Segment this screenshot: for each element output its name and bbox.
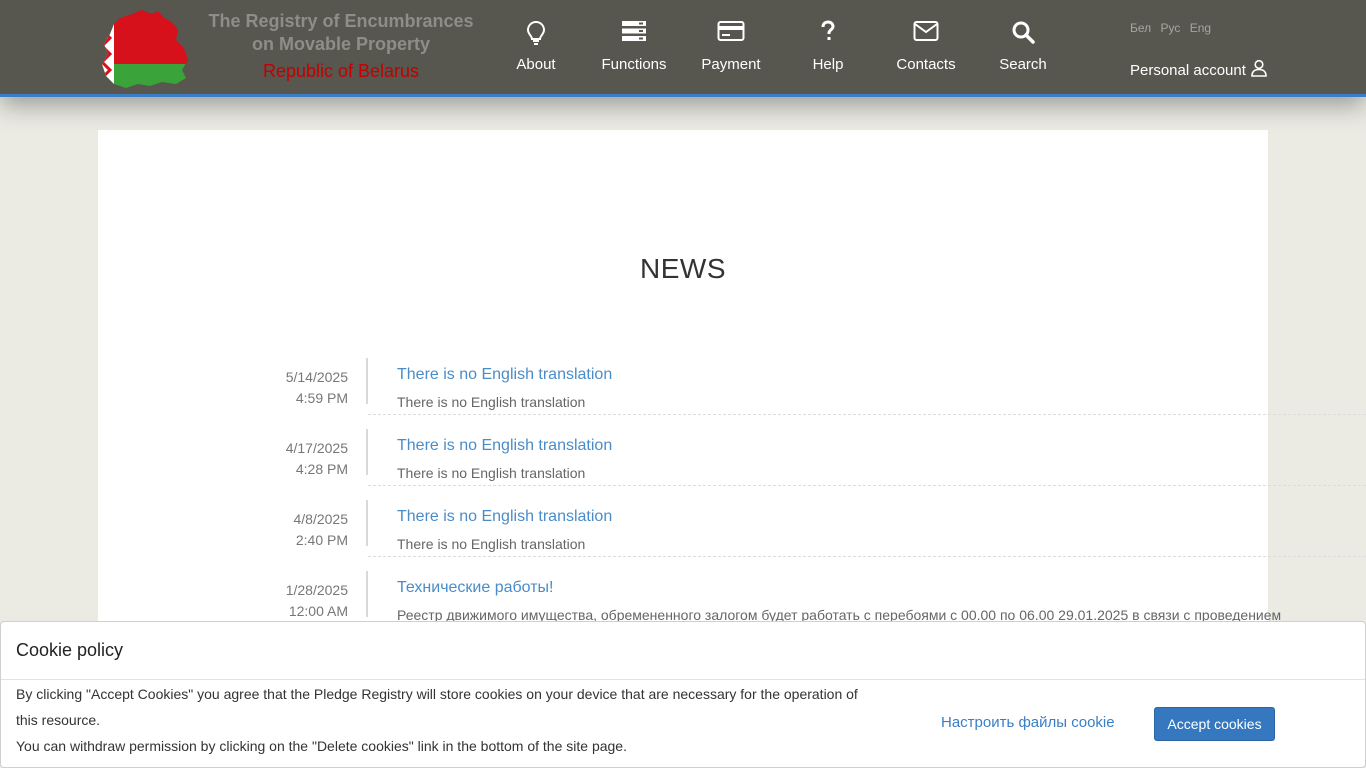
lightbulb-icon xyxy=(491,20,581,50)
cookie-text-line: You can withdraw permission by clicking … xyxy=(16,738,627,754)
news-date-day: 4/8/2025 xyxy=(293,511,349,527)
cookie-text-line: By clicking "Accept Cookies" you agree t… xyxy=(16,686,858,702)
cookie-title: Cookie policy xyxy=(16,640,124,660)
brand-title: The Registry of Encumbrances on Movable … xyxy=(208,11,474,54)
news-separator xyxy=(368,485,1366,486)
news-divider-bar xyxy=(366,358,368,404)
lang-en[interactable]: Eng xyxy=(1190,21,1211,35)
news-summary: There is no English translation xyxy=(397,465,586,481)
cookie-divider xyxy=(1,679,1365,680)
nav-help[interactable]: Help xyxy=(783,20,873,74)
news-item: 4/17/2025 4:28 PM There is no English tr… xyxy=(98,429,1366,508)
cookie-banner: Cookie policy By clicking "Accept Cookie… xyxy=(0,621,1366,768)
news-date-time: 2:40 PM xyxy=(295,532,348,548)
news-title-link[interactable]: There is no English translation xyxy=(397,437,612,455)
personal-account-link[interactable]: Personal account xyxy=(1130,59,1268,81)
news-date-time: 12:00 AM xyxy=(288,603,348,619)
news-title-link[interactable]: There is no English translation xyxy=(397,366,612,384)
belarus-map-flag-icon[interactable] xyxy=(98,8,194,90)
question-icon xyxy=(783,20,873,50)
news-summary: There is no English translation xyxy=(397,536,586,552)
lang-be[interactable]: Бел xyxy=(1130,21,1151,35)
nav-contacts-label: Contacts xyxy=(896,56,956,73)
envelope-icon xyxy=(881,20,971,50)
news-item: 5/14/2025 4:59 PM There is no English tr… xyxy=(98,358,1366,437)
server-stack-icon xyxy=(589,20,679,50)
nav-payment-label: Payment xyxy=(701,56,761,73)
nav-help-label: Help xyxy=(812,56,844,73)
news-divider-bar xyxy=(366,500,368,546)
news-date: 5/14/2025 4:59 PM xyxy=(248,367,348,409)
lang-ru[interactable]: Рус xyxy=(1161,21,1181,35)
nav-about-label: About xyxy=(516,56,556,73)
nav-search-label: Search xyxy=(999,56,1047,73)
news-date-day: 1/28/2025 xyxy=(285,582,348,598)
news-date-time: 4:59 PM xyxy=(295,390,348,406)
news-date: 1/28/2025 12:00 AM xyxy=(248,580,348,622)
news-title-link[interactable]: Технические работы! xyxy=(397,579,554,597)
news-title-link[interactable]: There is no English translation xyxy=(397,508,612,526)
credit-card-icon xyxy=(686,20,776,50)
news-separator xyxy=(368,556,1366,557)
news-divider-bar xyxy=(366,571,368,617)
brand-subtitle: Republic of Belarus xyxy=(262,61,420,81)
nav-functions[interactable]: Functions xyxy=(589,20,679,74)
news-date: 4/8/2025 2:40 PM xyxy=(248,509,349,551)
news-date-day: 4/17/2025 xyxy=(285,440,348,456)
nav-functions-label: Functions xyxy=(601,56,667,73)
news-date-time: 4:28 PM xyxy=(295,461,348,477)
search-icon xyxy=(978,20,1068,50)
cookie-text-line: this resource. xyxy=(16,712,101,728)
personal-account-label: Personal account xyxy=(1130,61,1246,79)
accept-cookies-button[interactable]: Accept cookies xyxy=(1154,707,1275,741)
language-switcher: Бел Рус Eng xyxy=(1130,21,1217,35)
news-date: 4/17/2025 4:28 PM xyxy=(248,438,348,480)
nav-payment[interactable]: Payment xyxy=(686,20,776,74)
nav-about[interactable]: About xyxy=(491,20,581,74)
news-item: 4/8/2025 2:40 PM There is no English tra… xyxy=(98,500,1366,579)
configure-cookies-link[interactable]: Настроить файлы cookie xyxy=(941,714,1115,731)
site-header: The Registry of Encumbrances on Movable … xyxy=(0,0,1366,97)
news-separator xyxy=(368,414,1366,415)
page-title: NEWS xyxy=(640,253,726,284)
nav-contacts[interactable]: Contacts xyxy=(881,20,971,74)
brand-block[interactable]: The Registry of Encumbrances on Movable … xyxy=(204,10,478,83)
news-date-day: 5/14/2025 xyxy=(285,369,348,385)
nav-search[interactable]: Search xyxy=(978,20,1068,74)
cookie-text: By clicking "Accept Cookies" you agree t… xyxy=(16,681,906,759)
news-divider-bar xyxy=(366,429,368,475)
user-icon xyxy=(1246,59,1268,81)
news-summary: There is no English translation xyxy=(397,394,586,410)
